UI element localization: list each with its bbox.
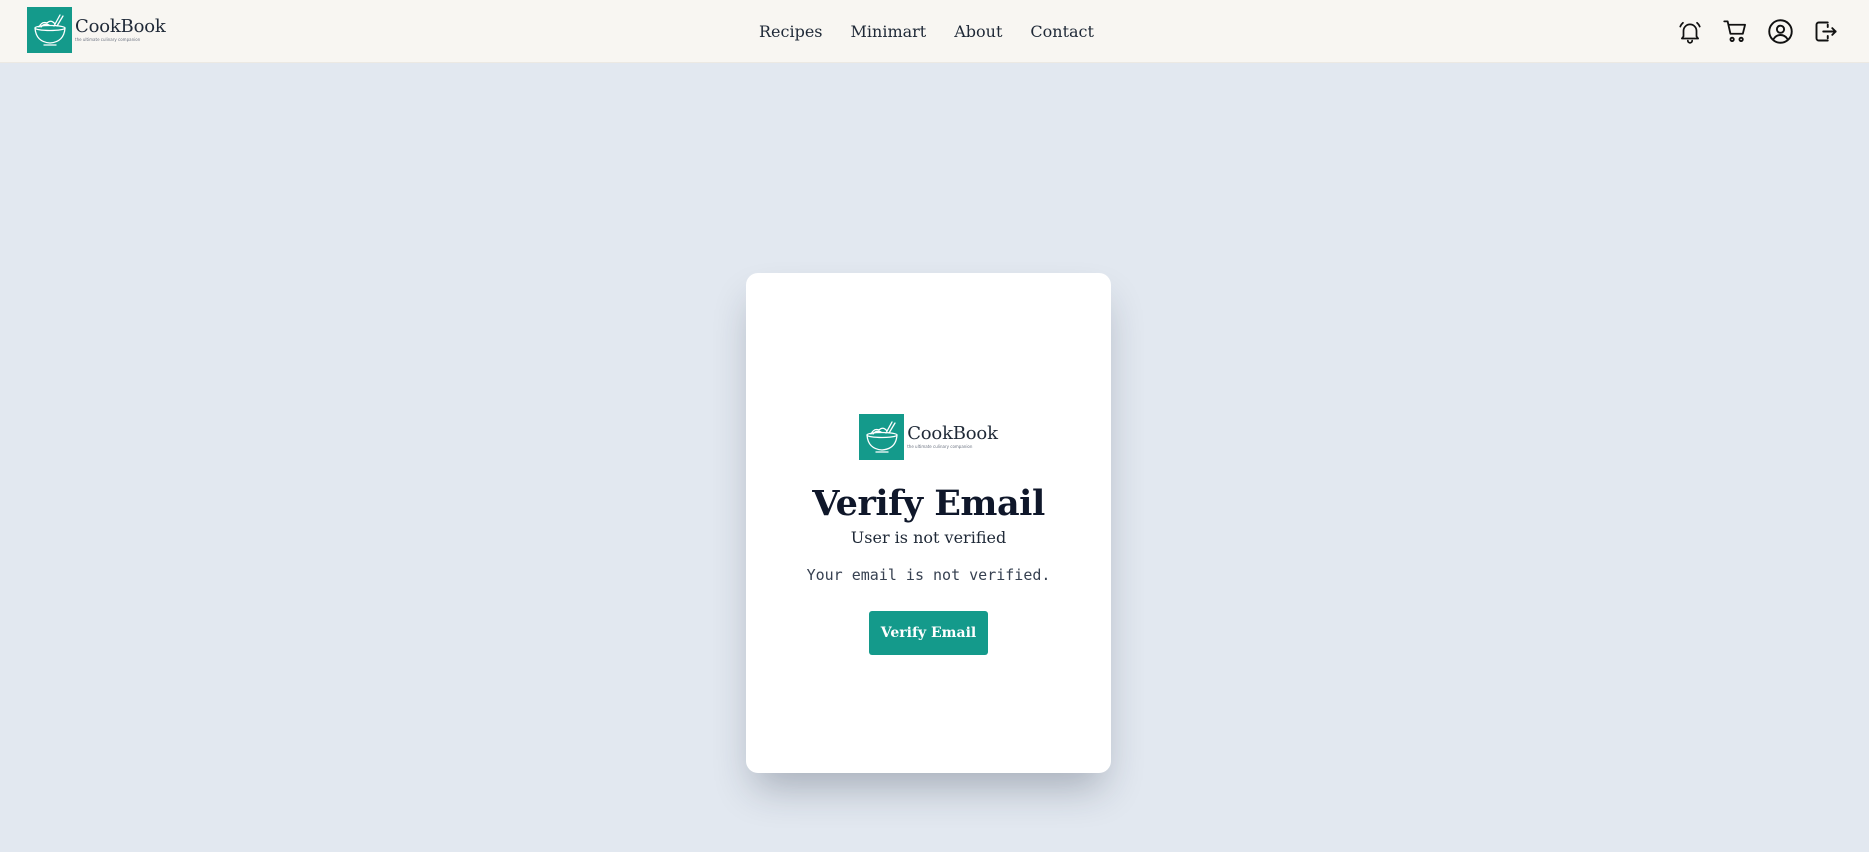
logout-icon[interactable] xyxy=(1811,18,1839,46)
verify-email-card: CookBook the ultimate culinary companion… xyxy=(746,273,1111,773)
nav-link-minimart[interactable]: Minimart xyxy=(851,22,927,41)
bowl-logo-icon xyxy=(27,7,72,53)
nav-link-about[interactable]: About xyxy=(954,22,1002,41)
brand-name: CookBook xyxy=(75,16,166,37)
verify-email-button[interactable]: Verify Email xyxy=(869,610,988,655)
verification-status-text: User is not verified xyxy=(850,527,1007,547)
card-brand-logo: CookBook the ultimate culinary companion xyxy=(859,413,998,460)
card-brand-name: CookBook xyxy=(907,422,998,444)
user-circle-icon[interactable] xyxy=(1766,18,1794,46)
verification-message: Your email is not verified. xyxy=(806,565,1051,584)
top-navbar: CookBook the ultimate culinary companion… xyxy=(0,0,1869,63)
bowl-logo-icon xyxy=(859,413,905,460)
nav-link-recipes[interactable]: Recipes xyxy=(759,22,823,41)
brand-logo-link[interactable]: CookBook the ultimate culinary companion xyxy=(27,7,166,53)
header-actions xyxy=(1676,0,1839,63)
cart-icon[interactable] xyxy=(1721,18,1749,46)
card-brand-tagline: the ultimate culinary companion xyxy=(907,443,973,449)
page-title: Verify Email xyxy=(812,482,1045,524)
brand-tagline: the ultimate culinary companion xyxy=(75,37,141,42)
main-nav: Recipes Minimart About Contact xyxy=(759,0,1094,63)
bell-icon[interactable] xyxy=(1676,18,1704,46)
nav-link-contact[interactable]: Contact xyxy=(1030,22,1094,41)
